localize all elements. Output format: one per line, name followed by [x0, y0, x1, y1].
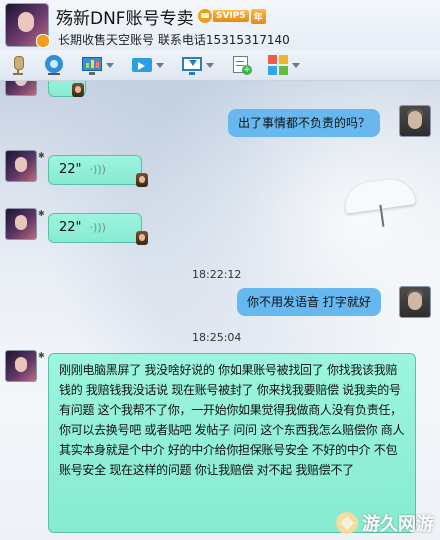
star-icon: ✱ — [38, 151, 45, 160]
chevron-down-icon[interactable] — [206, 62, 214, 68]
customer-mini-avatar — [72, 83, 84, 97]
customer-avatar[interactable] — [6, 81, 36, 95]
watermark-text: 游久网游 — [362, 514, 434, 535]
self-avatar[interactable] — [400, 287, 430, 317]
voice-duration: 22" — [59, 162, 82, 177]
file-transfer-icon — [132, 55, 152, 75]
crown-icon — [198, 9, 212, 23]
screen-share-icon — [82, 55, 102, 75]
chevron-down-icon[interactable] — [156, 62, 164, 68]
contact-signature: 长期收售天空账号 联系电话15315317140 — [58, 33, 290, 47]
remote-desktop-icon — [182, 55, 202, 75]
customer-avatar[interactable] — [6, 351, 36, 381]
vip-badge[interactable]: SVIP5 年 — [198, 8, 266, 24]
self-avatar[interactable] — [400, 106, 430, 136]
chevron-down-icon[interactable] — [292, 62, 300, 68]
microphone-icon — [8, 55, 28, 75]
message-timestamp: 18:22:12 — [192, 268, 242, 281]
camera-icon — [44, 55, 64, 75]
voice-call-button[interactable] — [8, 53, 28, 77]
star-icon: ✱ — [38, 351, 45, 360]
apps-button[interactable] — [268, 53, 300, 77]
voice-wave-icon[interactable]: ·))) — [90, 221, 106, 234]
watermark-logo: 游久网游 — [336, 510, 434, 536]
voice-message-bubble[interactable]: 22" ·))) — [48, 155, 142, 185]
apps-icon — [268, 55, 288, 75]
voice-message-bubble[interactable]: 22" ·))) — [48, 213, 142, 243]
note-add-button[interactable]: + — [232, 53, 252, 77]
customer-mini-avatar — [136, 231, 148, 245]
contact-name[interactable]: 殇新DNF账号专卖 — [56, 4, 194, 29]
chat-toolbar: + — [0, 50, 440, 81]
online-status-icon — [36, 34, 50, 48]
screen-share-button[interactable] — [82, 53, 114, 77]
remote-desktop-button[interactable] — [182, 53, 214, 77]
chevron-down-icon[interactable] — [106, 62, 114, 68]
message-timestamp: 18:25:04 — [192, 331, 242, 344]
file-transfer-button[interactable] — [132, 53, 164, 77]
avatar-face — [18, 12, 34, 32]
background-umbrella — [342, 176, 416, 214]
message-list[interactable]: 出了事情都不负责的吗？ ✱ 22" ·))) ✱ 22" ·))) 18:22:12… — [0, 81, 440, 540]
customer-mini-avatar — [136, 173, 148, 187]
vip-level: SVIP5 — [213, 10, 249, 22]
star-icon: ✱ — [38, 209, 45, 218]
contact-avatar[interactable] — [6, 4, 50, 48]
voice-wave-icon[interactable]: ·))) — [90, 163, 106, 176]
voice-duration: 22" — [59, 220, 82, 235]
customer-avatar[interactable] — [6, 151, 36, 181]
self-message-bubble[interactable]: 出了事情都不负责的吗？ — [228, 109, 381, 137]
customer-avatar[interactable] — [6, 209, 36, 239]
chat-header: 殇新DNF账号专卖 SVIP5 年 长期收售天空账号 联系电话153153171… — [0, 0, 440, 50]
self-message-bubble[interactable]: 你不用发语音 打字就好 — [237, 288, 381, 316]
vip-year: 年 — [250, 8, 266, 24]
customer-message-text: 刚刚电脑黑屏了 我没啥好说的 你如果账号被找回了 你找我该我赔钱的 我赔钱我没话… — [59, 363, 405, 477]
watermark-icon — [336, 512, 358, 534]
note-add-icon: + — [232, 55, 252, 75]
video-call-button[interactable] — [44, 53, 64, 77]
customer-message-bubble[interactable]: 刚刚电脑黑屏了 我没啥好说的 你如果账号被找回了 你找我该我赔钱的 我赔钱我没话… — [48, 353, 416, 533]
